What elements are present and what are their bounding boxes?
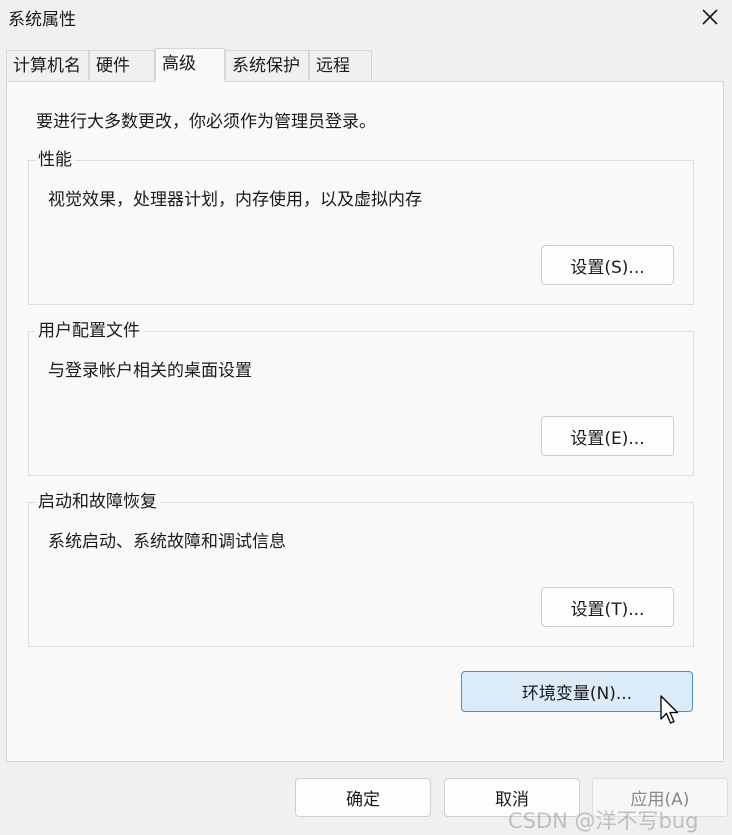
tab-hardware[interactable]: 硬件 (89, 50, 155, 80)
window-title: 系统属性 (8, 10, 76, 30)
tab-system-protection[interactable]: 系统保护 (225, 50, 309, 80)
watermark: CSDN @洋不写bug (508, 809, 699, 833)
group-title-user-profiles: 用户配置文件 (35, 320, 143, 342)
performance-group: 性能 视觉效果，处理器计划，内存使用，以及虚拟内存 设置(S)... (28, 149, 694, 305)
group-title-startup-recovery: 启动和故障恢复 (35, 491, 160, 513)
mouse-cursor-icon (660, 695, 679, 724)
startup-recovery-settings-button[interactable]: 设置(T)... (541, 587, 674, 627)
tab-computer-name[interactable]: 计算机名 (6, 50, 89, 80)
group-desc-performance: 视觉效果，处理器计划，内存使用，以及虚拟内存 (48, 190, 422, 210)
group-title-performance: 性能 (35, 149, 75, 171)
ok-button[interactable]: 确定 (295, 778, 431, 817)
user-profiles-group: 用户配置文件 与登录帐户相关的桌面设置 设置(E)... (28, 320, 694, 476)
admin-note: 要进行大多数更改，你必须作为管理员登录。 (36, 112, 376, 132)
group-desc-startup-recovery: 系统启动、系统故障和调试信息 (48, 532, 286, 552)
performance-settings-button[interactable]: 设置(S)... (541, 245, 674, 285)
startup-recovery-group: 启动和故障恢复 系统启动、系统故障和调试信息 设置(T)... (28, 491, 694, 647)
title-bar: 系统属性 (0, 0, 732, 40)
user-profiles-settings-button[interactable]: 设置(E)... (541, 416, 674, 456)
close-button[interactable] (688, 0, 732, 34)
tab-remote[interactable]: 远程 (309, 50, 372, 80)
close-icon (702, 9, 718, 25)
group-desc-user-profiles: 与登录帐户相关的桌面设置 (48, 361, 252, 381)
tab-advanced[interactable]: 高级 (155, 48, 225, 82)
